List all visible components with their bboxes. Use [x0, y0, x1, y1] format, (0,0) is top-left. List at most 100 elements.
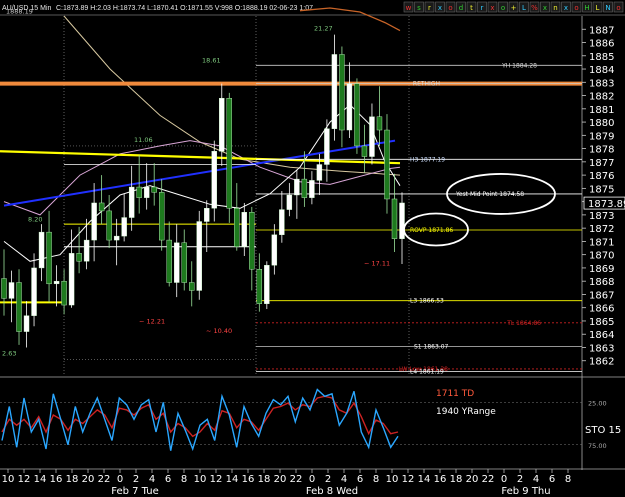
candle-body [53, 280, 60, 285]
time-tick-label: 6 [549, 474, 555, 485]
price-annotation: ~ 17.11 [364, 259, 390, 267]
level-label: TL 1864.86 [506, 320, 541, 327]
toolbar-button[interactable]: % [529, 1, 540, 13]
toolbar-button-label: L [522, 4, 526, 12]
toolbar-button[interactable]: r [424, 1, 435, 13]
level-label: YH 1884.28 [501, 62, 537, 69]
toolbar-button[interactable]: L [592, 1, 603, 13]
price-tick-label: 1880 [589, 118, 614, 129]
toolbar-button[interactable]: x [540, 1, 550, 13]
midpoint-label: Yest Mid Point 1874.58 [455, 191, 524, 198]
toolbar-button[interactable]: x [435, 1, 445, 13]
price-tick-label: 1879 [589, 131, 614, 142]
candle-body [346, 83, 353, 131]
toolbar-button-label: x [438, 4, 442, 12]
level-label: H3 1877.19 [410, 156, 445, 163]
toolbar-button[interactable]: n [550, 1, 561, 13]
toolbar-button[interactable]: H [582, 1, 592, 13]
candle-body [38, 231, 45, 269]
candle-body [83, 239, 90, 262]
time-tick-label: 22 [98, 474, 111, 485]
toolbar-button[interactable]: s [414, 1, 424, 13]
toolbar-button[interactable]: x [561, 1, 571, 13]
price-tick-label: 1883 [589, 78, 614, 89]
time-tick-label: 2 [325, 474, 331, 485]
time-tick-label: 18 [258, 474, 271, 485]
candle-body [61, 280, 67, 306]
price-annotation: 8.20 [28, 216, 42, 224]
candle-body [113, 235, 120, 241]
toolbar-button-label: o [448, 4, 452, 12]
price-tick-label: 1871 [589, 237, 614, 248]
time-tick-label: 2 [517, 474, 523, 485]
price-tick-label: 1862 [589, 357, 614, 368]
toolbar-button[interactable]: r [477, 1, 487, 13]
price-annotation: 1888.19 [6, 7, 33, 15]
candle-body [16, 282, 22, 332]
price-tick-label: 1884 [589, 65, 614, 76]
candle-body [136, 186, 142, 198]
candle-body [23, 315, 30, 332]
toolbar-button[interactable]: d [456, 1, 466, 13]
time-tick-label: 4 [533, 474, 539, 485]
level-label: L4 1861.19 [410, 368, 444, 375]
candle-body [151, 186, 157, 193]
price-tick-label: 1887 [589, 25, 614, 36]
toolbar-button-label: x [564, 4, 568, 12]
candle-body [316, 164, 323, 181]
time-tick-label: 14 [34, 474, 47, 485]
price-tick-label: 1875 [589, 184, 614, 195]
price-tick-label: 1869 [589, 264, 614, 275]
toolbar-button-label: s [417, 4, 421, 12]
toolbar-button[interactable]: o [571, 1, 582, 13]
toolbar-button-label: N [605, 4, 610, 12]
toolbar-button[interactable]: + [508, 1, 519, 13]
price-annotation: 21.27 [314, 25, 333, 33]
candle-body [128, 186, 135, 218]
toolbar-button-label: x [490, 4, 494, 12]
time-tick-label: 14 [226, 474, 239, 485]
time-tick-label: 16 [50, 474, 63, 485]
price-tick-label: 1881 [589, 105, 614, 116]
toolbar-button[interactable]: o [498, 1, 508, 13]
toolbar-button[interactable]: t [466, 1, 477, 13]
time-tick-label: 18 [66, 474, 79, 485]
candle-body [279, 209, 285, 235]
toolbar-button[interactable]: L [519, 1, 529, 13]
candle-body [91, 202, 97, 241]
stoch-level-label: 75.00 [588, 442, 607, 450]
price-tick-label: 1864 [589, 330, 614, 341]
toolbar-button-label: w [406, 4, 412, 12]
candle-body [391, 198, 398, 239]
current-price-label: 1873.89 [588, 199, 625, 210]
candle-body [286, 194, 293, 210]
price-tick-label: 1872 [589, 224, 614, 235]
price-tick-label: 1878 [589, 145, 614, 156]
toolbar-button[interactable]: N [603, 1, 613, 13]
toolbar-button[interactable]: o [445, 1, 456, 13]
time-tick-label: 8 [181, 474, 187, 485]
toolbar-button[interactable]: o [613, 1, 624, 13]
time-tick-label: 10 [194, 474, 207, 485]
price-tick-label: 1873 [589, 211, 614, 222]
time-tick-label: 8 [565, 474, 571, 485]
price-annotation: 11.06 [134, 136, 153, 144]
candle-body [31, 267, 37, 316]
candle-body [196, 221, 202, 291]
toolbar-button[interactable]: w [403, 1, 414, 13]
candle-body [226, 98, 232, 209]
candle-body [189, 282, 195, 291]
time-tick-label: 12 [18, 474, 31, 485]
candle-body [384, 129, 390, 200]
candle-body [354, 83, 360, 147]
time-tick-label: 6 [357, 474, 363, 485]
toolbar-button-label: o [501, 4, 505, 12]
price-tick-label: 1876 [589, 171, 614, 182]
candle-body [376, 116, 383, 131]
toolbar-button-label: n [553, 4, 557, 12]
time-tick-label: 14 [418, 474, 431, 485]
price-tick-label: 1877 [589, 158, 614, 169]
time-tick-label: 6 [165, 474, 171, 485]
candle-body [301, 178, 308, 198]
toolbar-button[interactable]: x [487, 1, 498, 13]
